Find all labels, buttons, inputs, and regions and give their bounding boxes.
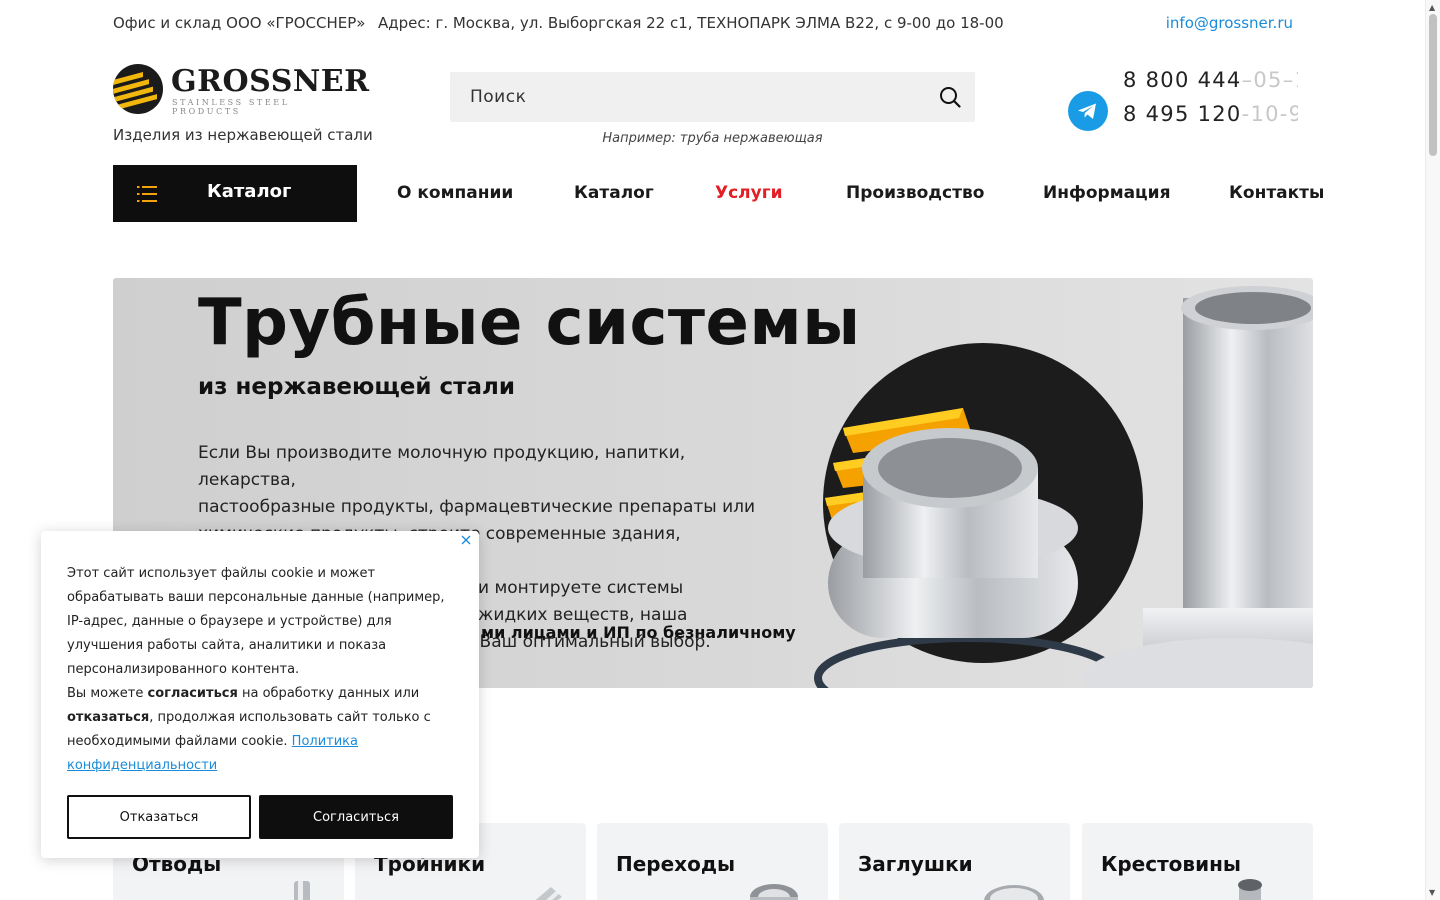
logo-subtitle: STAINLESS STEEL PRODUCTS — [172, 98, 290, 116]
scroll-up-arrow-icon[interactable]: ▲ — [1429, 3, 1435, 12]
catalog-button-label: Каталог — [207, 181, 292, 202]
cross-fitting-image — [1238, 879, 1262, 900]
phone-1-rest: –05–1 — [1241, 68, 1298, 92]
nav-catalog[interactable]: Каталог — [574, 183, 654, 203]
email-link[interactable]: info@grossner.ru — [1166, 14, 1293, 32]
office-label: Офис и склад ООО «ГРОССНЕР» — [113, 14, 366, 32]
search-box — [450, 72, 975, 122]
cookie-text: Этот сайт использует файлы cookie и може… — [67, 562, 459, 778]
category-card-caps[interactable]: Заглушки — [839, 823, 1070, 900]
phone-1-main: 8 800 444 — [1123, 68, 1242, 92]
category-title: Заглушки — [858, 852, 973, 876]
nav-production[interactable]: Производство — [846, 183, 984, 203]
hero-title: Трубные системы — [198, 286, 861, 360]
reducer-fitting-image — [750, 884, 798, 900]
nav-information[interactable]: Информация — [1043, 183, 1170, 203]
category-title: Крестовины — [1101, 852, 1241, 876]
list-menu-icon — [137, 186, 157, 202]
cap-fitting-image — [984, 885, 1044, 900]
phone-number-1[interactable]: 8 800 444–05–1 — [1123, 68, 1298, 92]
category-card-reducers[interactable]: Переходы — [597, 823, 828, 900]
cookie-text-mid: на обработку данных или — [237, 686, 420, 701]
phone-2-rest: -10-9 — [1241, 102, 1298, 126]
pipe-fittings-image — [814, 286, 1313, 688]
phone-2-main: 8 495 120 — [1123, 102, 1242, 126]
cookie-consent-dialog: Этот сайт использует файлы cookie и може… — [41, 531, 479, 858]
nav-about[interactable]: О компании — [397, 183, 513, 203]
site-tagline: Изделия из нержавеющей стали — [113, 126, 373, 144]
address-label: Адрес: г. Москва, ул. Выборгская 22 с1, … — [378, 14, 1004, 32]
cookie-text-prefix: Вы можете — [67, 686, 148, 701]
scrollbar-thumb[interactable] — [1429, 14, 1437, 156]
nav-contacts[interactable]: Контакты — [1229, 183, 1324, 203]
telegram-icon[interactable] — [1068, 91, 1108, 131]
search-hint: Например: труба нержавеющая — [602, 131, 823, 146]
hero-description-line: пастообразные продукты, фармацевтические… — [198, 497, 756, 517]
search-icon[interactable] — [939, 86, 961, 108]
category-title: Переходы — [616, 852, 736, 876]
nav-services[interactable]: Услуги — [715, 183, 783, 203]
logo-name: GROSSNER — [171, 64, 370, 99]
bend-fitting-image — [294, 881, 310, 900]
cookie-refuse-word: отказаться — [67, 710, 150, 725]
catalog-menu-button[interactable]: Каталог — [113, 165, 357, 222]
phone-number-2[interactable]: 8 495 120-10-9 — [1123, 102, 1298, 126]
cookie-text-paragraph-2: Вы можете согласиться на обработку данны… — [67, 682, 459, 778]
page-scrollbar[interactable]: ▲ ▼ — [1425, 0, 1440, 900]
close-icon[interactable] — [460, 534, 472, 546]
reject-cookies-button[interactable]: Отказаться — [67, 795, 251, 839]
search-input[interactable] — [450, 72, 920, 122]
cookie-text-paragraph-1: Этот сайт использует файлы cookie и може… — [67, 566, 445, 677]
hero-subtitle: из нержавеющей стали — [198, 374, 515, 400]
tee-fitting-image — [535, 887, 562, 900]
site-logo[interactable]: GROSSNER STAINLESS STEEL PRODUCTS — [113, 64, 369, 118]
cookie-agree-word: согласиться — [147, 686, 238, 701]
category-card-crosses[interactable]: Крестовины — [1082, 823, 1313, 900]
top-info-bar: Офис и склад ООО «ГРОССНЕР» Адрес: г. Мо… — [113, 14, 1293, 36]
logo-emblem-icon — [113, 64, 163, 114]
scroll-down-arrow-icon[interactable]: ▼ — [1429, 888, 1435, 897]
accept-cookies-button[interactable]: Согласиться — [259, 795, 453, 839]
hero-description-line: Если Вы производите молочную продукцию, … — [198, 443, 686, 490]
